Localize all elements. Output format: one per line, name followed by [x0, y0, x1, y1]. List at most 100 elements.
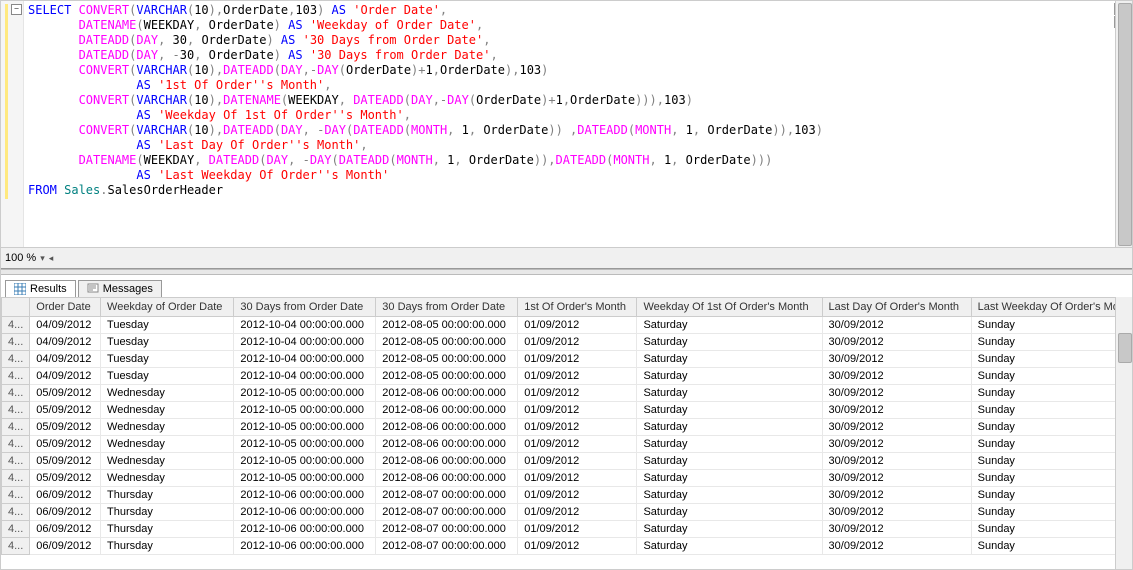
row-header[interactable]: 4... — [2, 351, 30, 368]
cell[interactable]: Wednesday — [101, 385, 234, 402]
cell[interactable]: Wednesday — [101, 436, 234, 453]
cell[interactable]: 2012-08-06 00:00:00.000 — [376, 419, 518, 436]
table-row[interactable]: 4...06/09/2012Thursday2012-10-06 00:00:0… — [2, 521, 1132, 538]
results-grid[interactable]: Order DateWeekday of Order Date30 Days f… — [1, 297, 1132, 555]
cell[interactable]: 05/09/2012 — [30, 470, 101, 487]
cell[interactable]: 30/09/2012 — [822, 334, 971, 351]
cell[interactable]: 05/09/2012 — [30, 385, 101, 402]
cell[interactable]: 2012-08-07 00:00:00.000 — [376, 538, 518, 555]
row-header[interactable]: 4... — [2, 419, 30, 436]
cell[interactable]: 2012-08-06 00:00:00.000 — [376, 453, 518, 470]
row-header[interactable]: 4... — [2, 521, 30, 538]
cell[interactable]: 01/09/2012 — [518, 436, 637, 453]
cell[interactable]: Saturday — [637, 368, 822, 385]
cell[interactable]: Sunday — [971, 402, 1131, 419]
cell[interactable]: 30/09/2012 — [822, 538, 971, 555]
column-header[interactable]: Order Date — [30, 298, 101, 317]
table-row[interactable]: 4...05/09/2012Wednesday2012-10-05 00:00:… — [2, 419, 1132, 436]
table-row[interactable]: 4...06/09/2012Thursday2012-10-06 00:00:0… — [2, 487, 1132, 504]
cell[interactable]: 06/09/2012 — [30, 538, 101, 555]
cell[interactable]: 2012-10-05 00:00:00.000 — [234, 419, 376, 436]
cell[interactable]: 2012-08-07 00:00:00.000 — [376, 487, 518, 504]
cell[interactable]: Sunday — [971, 436, 1131, 453]
cell[interactable]: 2012-10-06 00:00:00.000 — [234, 487, 376, 504]
cell[interactable]: Tuesday — [101, 368, 234, 385]
cell[interactable]: 04/09/2012 — [30, 368, 101, 385]
cell[interactable]: 2012-08-06 00:00:00.000 — [376, 470, 518, 487]
cell[interactable]: 2012-08-05 00:00:00.000 — [376, 334, 518, 351]
cell[interactable]: Sunday — [971, 317, 1131, 334]
zoom-level[interactable]: 100 % — [5, 252, 36, 264]
editor-body[interactable]: − SELECT CONVERT(VARCHAR(10),OrderDate,1… — [1, 1, 1132, 247]
cell[interactable]: 30/09/2012 — [822, 453, 971, 470]
cell[interactable]: Thursday — [101, 504, 234, 521]
cell[interactable]: Sunday — [971, 334, 1131, 351]
cell[interactable]: Sunday — [971, 351, 1131, 368]
table-row[interactable]: 4...04/09/2012Tuesday2012-10-04 00:00:00… — [2, 334, 1132, 351]
table-row[interactable]: 4...04/09/2012Tuesday2012-10-04 00:00:00… — [2, 351, 1132, 368]
grid-scrollbar[interactable] — [1115, 297, 1132, 569]
cell[interactable]: 2012-10-04 00:00:00.000 — [234, 368, 376, 385]
cell[interactable]: 06/09/2012 — [30, 487, 101, 504]
cell[interactable]: Sunday — [971, 538, 1131, 555]
editor-scrollbar[interactable] — [1115, 1, 1132, 247]
row-header[interactable]: 4... — [2, 385, 30, 402]
cell[interactable]: 01/09/2012 — [518, 521, 637, 538]
cell[interactable]: 05/09/2012 — [30, 402, 101, 419]
column-header[interactable]: 30 Days from Order Date — [376, 298, 518, 317]
cell[interactable]: 2012-08-06 00:00:00.000 — [376, 402, 518, 419]
table-row[interactable]: 4...06/09/2012Thursday2012-10-06 00:00:0… — [2, 504, 1132, 521]
column-header[interactable] — [2, 298, 30, 317]
cell[interactable]: 2012-10-05 00:00:00.000 — [234, 470, 376, 487]
row-header[interactable]: 4... — [2, 317, 30, 334]
cell[interactable]: 30/09/2012 — [822, 504, 971, 521]
cell[interactable]: 2012-10-06 00:00:00.000 — [234, 504, 376, 521]
cell[interactable]: 2012-10-05 00:00:00.000 — [234, 436, 376, 453]
row-header[interactable]: 4... — [2, 453, 30, 470]
cell[interactable]: 04/09/2012 — [30, 317, 101, 334]
row-header[interactable]: 4... — [2, 504, 30, 521]
cell[interactable]: Thursday — [101, 521, 234, 538]
cell[interactable]: 2012-10-04 00:00:00.000 — [234, 334, 376, 351]
cell[interactable]: Sunday — [971, 487, 1131, 504]
column-header[interactable]: Last Day Of Order's Month — [822, 298, 971, 317]
cell[interactable]: 30/09/2012 — [822, 351, 971, 368]
cell[interactable]: Saturday — [637, 470, 822, 487]
cell[interactable]: Saturday — [637, 419, 822, 436]
cell[interactable]: Tuesday — [101, 317, 234, 334]
cell[interactable]: 30/09/2012 — [822, 419, 971, 436]
table-row[interactable]: 4...06/09/2012Thursday2012-10-06 00:00:0… — [2, 538, 1132, 555]
cell[interactable]: Saturday — [637, 487, 822, 504]
cell[interactable]: 01/09/2012 — [518, 351, 637, 368]
cell[interactable]: Tuesday — [101, 334, 234, 351]
cell[interactable]: 05/09/2012 — [30, 419, 101, 436]
cell[interactable]: Sunday — [971, 504, 1131, 521]
cell[interactable]: 30/09/2012 — [822, 436, 971, 453]
row-header[interactable]: 4... — [2, 436, 30, 453]
cell[interactable]: 01/09/2012 — [518, 538, 637, 555]
cell[interactable]: 2012-10-04 00:00:00.000 — [234, 317, 376, 334]
cell[interactable]: Sunday — [971, 368, 1131, 385]
cell[interactable]: Wednesday — [101, 453, 234, 470]
cell[interactable]: 01/09/2012 — [518, 487, 637, 504]
cell[interactable]: 2012-10-05 00:00:00.000 — [234, 402, 376, 419]
row-header[interactable]: 4... — [2, 538, 30, 555]
zoom-dropdown-icon[interactable]: ▾ — [40, 253, 45, 264]
tab-results[interactable]: Results — [5, 280, 76, 297]
collapse-region-icon[interactable]: − — [11, 4, 22, 15]
cell[interactable]: 01/09/2012 — [518, 317, 637, 334]
cell[interactable]: 30/09/2012 — [822, 317, 971, 334]
cell[interactable]: 2012-08-06 00:00:00.000 — [376, 385, 518, 402]
cell[interactable]: 30/09/2012 — [822, 402, 971, 419]
tab-messages[interactable]: Messages — [78, 280, 162, 297]
cell[interactable]: 01/09/2012 — [518, 334, 637, 351]
cell[interactable]: Wednesday — [101, 402, 234, 419]
cell[interactable]: Saturday — [637, 334, 822, 351]
cell[interactable]: 01/09/2012 — [518, 385, 637, 402]
cell[interactable]: Sunday — [971, 385, 1131, 402]
column-header[interactable]: 30 Days from Order Date — [234, 298, 376, 317]
cell[interactable]: 04/09/2012 — [30, 351, 101, 368]
cell[interactable]: 30/09/2012 — [822, 487, 971, 504]
cell[interactable]: 04/09/2012 — [30, 334, 101, 351]
table-row[interactable]: 4...05/09/2012Wednesday2012-10-05 00:00:… — [2, 453, 1132, 470]
